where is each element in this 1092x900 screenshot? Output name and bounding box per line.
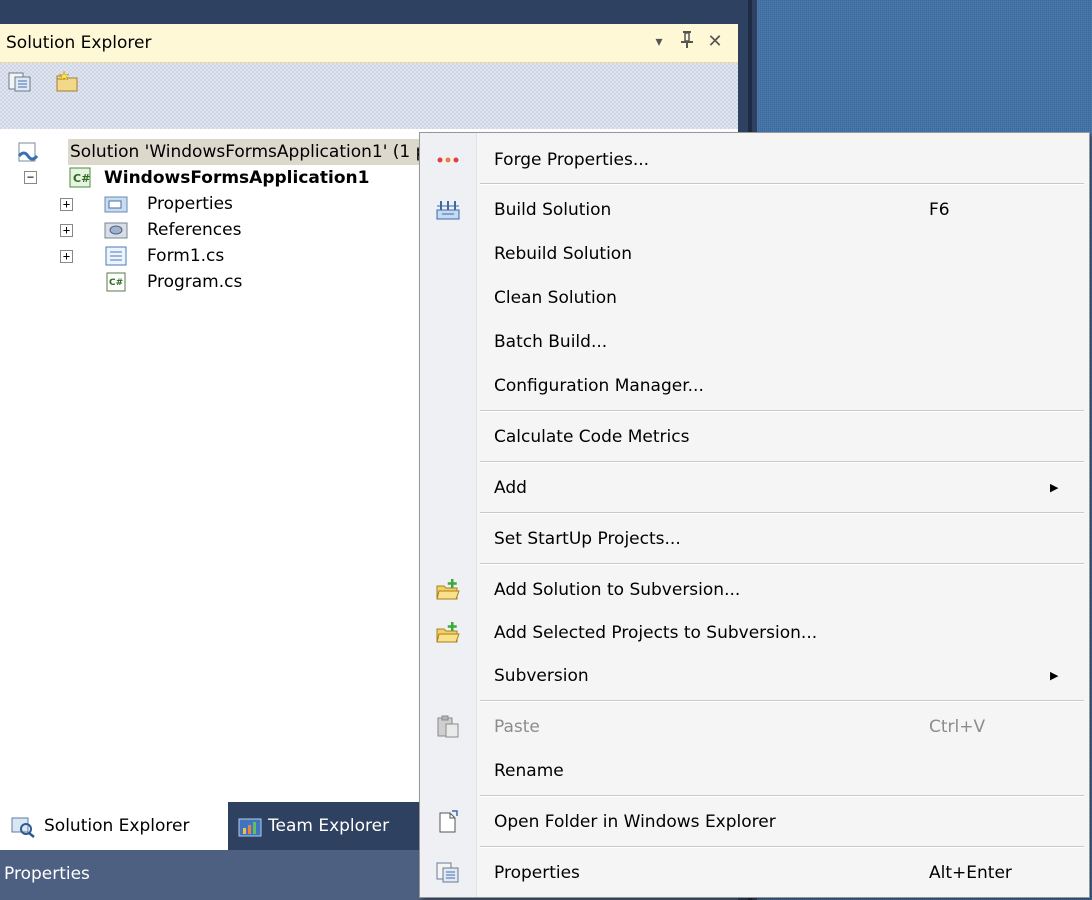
menu-item-label: Add	[494, 478, 527, 498]
build-icon	[435, 198, 461, 222]
menu-item-configuration-manager[interactable]: Configuration Manager...	[420, 364, 1089, 408]
project-node[interactable]: − C# WindowsFormsApplication1	[0, 165, 420, 191]
menu-separator	[480, 563, 1084, 565]
expand-icon[interactable]: +	[60, 250, 73, 263]
menu-item-label: Set StartUp Projects...	[494, 529, 681, 549]
menu-item-label: Properties	[494, 863, 580, 883]
menu-item-label: Open Folder in Windows Explorer	[494, 812, 776, 832]
panel-header: Solution Explorer ▾ ✕	[0, 24, 738, 63]
tree-item-label: References	[147, 220, 242, 240]
menu-item-label: Subversion	[494, 666, 589, 686]
properties-icon	[435, 861, 461, 885]
menu-separator	[480, 700, 1084, 702]
menu-item-add-selected-projects-to-subversion[interactable]: Add Selected Projects to Subversion...	[420, 611, 1089, 655]
csharp-file-icon: C#	[104, 272, 126, 292]
menu-item-label: Batch Build...	[494, 332, 608, 352]
tab-label: Solution Explorer	[44, 816, 190, 836]
menu-separator	[480, 846, 1084, 848]
tab-team-explorer[interactable]: Team Explorer	[232, 802, 432, 850]
menu-separator	[480, 795, 1084, 797]
forge-icon	[435, 148, 461, 172]
collapse-icon[interactable]: −	[24, 171, 37, 184]
tree-item-form1[interactable]: + Form1.cs	[0, 243, 420, 269]
expand-icon[interactable]: +	[60, 224, 73, 237]
tree-item-label: Form1.cs	[147, 246, 225, 266]
open-folder-icon	[435, 810, 461, 834]
references-folder-icon	[104, 220, 128, 240]
context-menu: Forge Properties... Build Solution F6 Re…	[419, 132, 1090, 898]
menu-item-label: Add Solution to Subversion...	[494, 580, 741, 600]
panel-title: Solution Explorer	[6, 33, 152, 53]
menu-separator	[480, 410, 1084, 412]
properties-folder-icon	[104, 194, 128, 214]
menu-item-label: Forge Properties...	[494, 150, 650, 170]
project-label: WindowsFormsApplication1	[104, 168, 370, 188]
menu-item-forge-properties[interactable]: Forge Properties...	[420, 138, 1089, 182]
menu-item-shortcut: F6	[929, 200, 950, 220]
menu-item-set-startup-projects[interactable]: Set StartUp Projects...	[420, 517, 1089, 561]
menu-item-batch-build[interactable]: Batch Build...	[420, 320, 1089, 364]
menu-separator	[480, 461, 1084, 463]
menu-item-subversion[interactable]: Subversion ▶	[420, 654, 1089, 698]
expand-icon[interactable]: +	[60, 198, 73, 211]
team-explorer-icon	[238, 816, 262, 843]
menu-item-build-solution[interactable]: Build Solution F6	[420, 188, 1089, 232]
window-position-dropdown-icon[interactable]: ▾	[648, 30, 670, 54]
tree-item-program[interactable]: C# Program.cs	[0, 269, 420, 295]
close-icon[interactable]: ✕	[704, 30, 726, 54]
menu-item-add[interactable]: Add ▶	[420, 466, 1089, 510]
menu-separator	[480, 512, 1084, 514]
menu-item-calculate-code-metrics[interactable]: Calculate Code Metrics	[420, 415, 1089, 459]
menu-item-label: Rebuild Solution	[494, 244, 632, 264]
menu-item-label: Calculate Code Metrics	[494, 427, 690, 447]
menu-item-add-solution-to-subversion[interactable]: Add Solution to Subversion...	[420, 568, 1089, 612]
solution-explorer-icon	[10, 816, 36, 843]
pin-icon[interactable]	[676, 30, 698, 54]
menu-item-label: Add Selected Projects to Subversion...	[494, 623, 818, 643]
submenu-arrow-icon: ▶	[1050, 481, 1059, 494]
csharp-project-icon: C#	[68, 167, 91, 188]
menu-item-rename[interactable]: Rename	[420, 749, 1089, 793]
svg-text:C#: C#	[73, 172, 90, 185]
form-file-icon	[104, 246, 127, 266]
menu-item-open-folder-in-windows-explorer[interactable]: Open Folder in Windows Explorer	[420, 800, 1089, 844]
add-folder-icon	[435, 578, 461, 602]
menu-item-label: Paste	[494, 717, 540, 737]
submenu-arrow-icon: ▶	[1050, 669, 1059, 682]
add-folder-icon	[435, 621, 461, 645]
menu-item-paste[interactable]: Paste Ctrl+V	[420, 705, 1089, 749]
menu-item-label: Rename	[494, 761, 564, 781]
solution-icon	[16, 142, 39, 162]
menu-item-properties[interactable]: Properties Alt+Enter	[420, 851, 1089, 895]
properties-icon[interactable]	[8, 71, 32, 93]
menu-item-clean-solution[interactable]: Clean Solution	[420, 276, 1089, 320]
menu-item-shortcut: Ctrl+V	[929, 717, 986, 737]
menu-item-rebuild-solution[interactable]: Rebuild Solution	[420, 232, 1089, 276]
menu-item-label: Clean Solution	[494, 288, 617, 308]
show-all-files-icon[interactable]	[54, 70, 78, 93]
menu-separator	[480, 183, 1084, 185]
tab-solution-explorer[interactable]: Solution Explorer	[0, 802, 228, 850]
panel-toolbar	[0, 63, 738, 129]
menu-item-shortcut: Alt+Enter	[929, 863, 1012, 883]
svg-text:C#: C#	[109, 278, 123, 288]
tree-item-label: Properties	[147, 194, 233, 214]
menu-item-label: Configuration Manager...	[494, 376, 704, 396]
tree-item-label: Program.cs	[147, 272, 243, 292]
paste-icon	[435, 715, 461, 739]
tab-label: Team Explorer	[268, 816, 390, 836]
tree-item-properties[interactable]: + Properties	[0, 191, 420, 217]
menu-item-label: Build Solution	[494, 200, 612, 220]
properties-panel-title: Properties	[4, 864, 90, 884]
tree-item-references[interactable]: + References	[0, 217, 420, 243]
